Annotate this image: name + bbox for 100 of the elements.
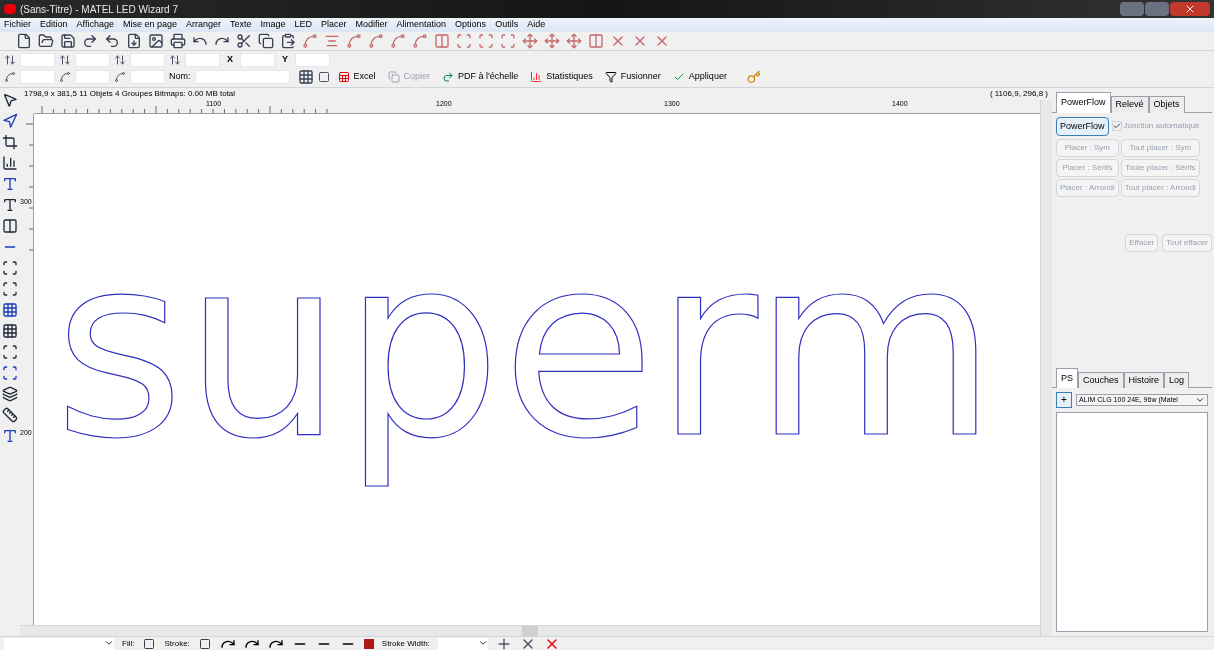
toolbar-button[interactable]: Fusionner — [600, 70, 665, 84]
toolbar-icon[interactable] — [104, 33, 120, 49]
tool-icon[interactable] — [2, 218, 18, 234]
menu-item[interactable]: Image — [260, 18, 286, 32]
close-button[interactable] — [1170, 2, 1210, 16]
menu-item[interactable]: Outils — [495, 18, 519, 32]
tab[interactable]: Log — [1164, 371, 1190, 388]
field-icon — [114, 71, 126, 83]
document-info: 1798,9 x 381,5 11 Objets 4 Groupes Bitmaps: 0.00 MB total — [24, 88, 236, 100]
action-icon — [337, 71, 350, 83]
menu-item[interactable]: Affichage — [76, 18, 114, 32]
field-label: Y — [281, 53, 289, 67]
grid-icon[interactable] — [297, 69, 314, 85]
toolbar-button[interactable]: Statistiques — [526, 70, 597, 84]
menu-item[interactable]: Arranger — [185, 18, 221, 32]
toolbar-icon[interactable] — [148, 33, 164, 49]
tab[interactable]: Relevé — [1110, 96, 1149, 113]
stroke-label: Stroke: — [164, 637, 190, 650]
tab[interactable]: Couches — [1078, 371, 1124, 388]
action-icon — [442, 71, 455, 83]
tool-icon[interactable] — [2, 302, 18, 318]
window-title: (Sans-Titre) - MATEL LED Wizard 7 — [20, 2, 178, 17]
input-field[interactable] — [194, 70, 290, 84]
tool-icon[interactable] — [2, 281, 18, 297]
toolbar-icon[interactable] — [38, 33, 54, 49]
toolbar-icon[interactable] — [82, 33, 98, 49]
menu-item[interactable]: Mise en page — [122, 18, 177, 32]
input-field[interactable] — [20, 70, 55, 84]
input-field[interactable] — [185, 53, 220, 67]
field-icon — [59, 54, 71, 66]
stroke-width-label: Stroke Width: — [381, 637, 430, 650]
tab[interactable]: PS — [1056, 367, 1078, 388]
stroke-color-icon[interactable] — [363, 638, 374, 649]
menu-item[interactable]: Placer — [321, 18, 347, 32]
input-field[interactable] — [20, 53, 55, 67]
field-label: Nom: — [169, 70, 191, 84]
menu-item[interactable]: Texte — [230, 18, 252, 32]
frame-icon[interactable] — [317, 71, 330, 83]
field-icon — [59, 71, 71, 83]
drawing-canvas[interactable]: superm — [34, 114, 1040, 625]
input-field[interactable] — [75, 70, 110, 84]
input-field[interactable] — [130, 53, 165, 67]
input-field[interactable] — [295, 53, 330, 67]
tool-icon[interactable] — [2, 260, 18, 276]
key-icon[interactable] — [746, 70, 761, 84]
input-field[interactable] — [240, 53, 275, 67]
horizontal-scrollbar[interactable] — [20, 625, 1040, 636]
menu-item[interactable]: Edition — [40, 18, 68, 32]
toolbar-button[interactable]: Excel — [333, 70, 380, 84]
toolbar-icon[interactable] — [170, 33, 186, 49]
chevron-icon — [1195, 395, 1205, 405]
app-icon — [4, 4, 16, 14]
input-field[interactable] — [75, 53, 110, 67]
stroke-swatch-icon[interactable] — [197, 637, 212, 650]
tool-icon[interactable] — [2, 386, 18, 402]
field-icon — [4, 54, 16, 66]
checkbox-label: Jonction automatique — [1123, 120, 1200, 133]
panel-button[interactable]: PowerFlow — [1056, 116, 1109, 136]
add-button[interactable]: + — [1056, 392, 1072, 408]
cursor-coordinates: ( 1106,9, 296,8 ) — [989, 88, 1048, 100]
field-label: X — [226, 53, 234, 67]
toolbar-icon[interactable] — [258, 33, 274, 49]
action-icon — [604, 71, 617, 83]
menu-item[interactable]: Options — [455, 18, 487, 32]
action-icon — [387, 71, 400, 83]
tab[interactable]: PowerFlow — [1056, 92, 1111, 113]
tab[interactable]: Objets — [1148, 96, 1185, 113]
menu-item[interactable]: Fichier — [4, 18, 31, 32]
toolbar-icon[interactable] — [236, 33, 252, 49]
tool-icon[interactable] — [2, 197, 18, 213]
tab[interactable]: Histoire — [1123, 371, 1165, 388]
input-field[interactable] — [130, 70, 165, 84]
menu-item[interactable]: Alimentation — [396, 18, 447, 32]
tool-icon[interactable] — [2, 134, 18, 150]
vertical-scrollbar[interactable] — [1040, 100, 1052, 636]
fill-swatch-icon[interactable] — [142, 637, 157, 650]
tool-icon[interactable] — [2, 113, 18, 129]
menu-item[interactable]: Modifier — [355, 18, 388, 32]
tool-icon[interactable] — [2, 155, 18, 171]
close-icon — [1184, 3, 1196, 15]
tool-icon[interactable] — [2, 344, 18, 360]
toolbar-button[interactable]: Appliquer — [668, 70, 731, 84]
action-icon — [672, 71, 685, 83]
toolbar-icon[interactable] — [280, 33, 296, 49]
tool-icon[interactable] — [2, 428, 18, 444]
tool-icon[interactable] — [2, 323, 18, 339]
field-icon — [114, 54, 126, 66]
toolbar-icon[interactable] — [126, 33, 142, 49]
tool-icon[interactable] — [2, 92, 18, 108]
action-icon — [530, 71, 543, 83]
outlined-lettering[interactable]: superm — [54, 202, 998, 493]
toolbar-icon[interactable] — [60, 33, 76, 49]
field-icon — [4, 71, 16, 83]
toolbar-icon[interactable] — [16, 33, 32, 49]
toolbar-button[interactable]: PDF à l'échelle — [438, 70, 523, 84]
menu-item[interactable]: Aide — [527, 18, 546, 32]
menu-item[interactable]: LED — [294, 18, 313, 32]
tool-icon[interactable] — [2, 407, 18, 423]
field-icon — [169, 54, 181, 66]
tool-icon[interactable] — [2, 176, 18, 192]
